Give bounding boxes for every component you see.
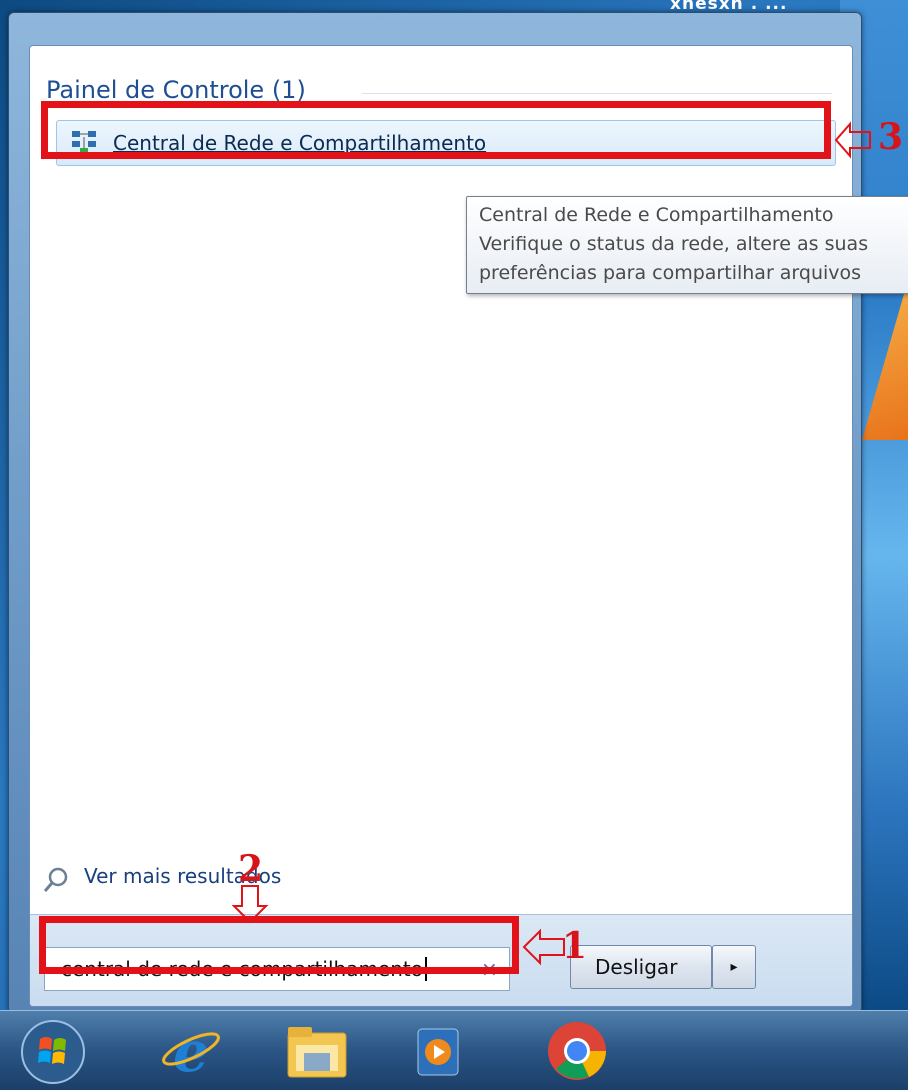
internet-explorer-icon[interactable]: e [158, 1019, 224, 1083]
annotation-box-search [39, 916, 519, 974]
start-orb-icon[interactable] [18, 1019, 88, 1085]
results-group-title: Painel de Controle (1) [46, 76, 306, 104]
start-menu: Painel de Controle (1) Central de Rede e… [8, 12, 862, 1014]
shutdown-options-button[interactable]: ▸ [712, 945, 756, 989]
taskbar: e [0, 1010, 908, 1090]
annotation-arrow-1 [522, 928, 565, 966]
annotation-arrow-2 [231, 885, 269, 924]
annotation-marker-1: 1 [562, 925, 588, 967]
search-icon [43, 867, 68, 892]
media-player-icon[interactable] [408, 1019, 468, 1083]
result-tooltip: Central de Rede e Compartilhamento Verif… [466, 196, 908, 294]
tooltip-title: Central de Rede e Compartilhamento [479, 204, 834, 226]
annotation-marker-3: 3 [878, 116, 904, 158]
annotation-arrow-3 [834, 121, 871, 159]
shutdown-button[interactable]: Desligar [570, 945, 712, 989]
group-divider [362, 93, 832, 94]
chrome-icon[interactable] [544, 1019, 610, 1083]
tooltip-line-3: preferências para compartilhar arquivos [479, 262, 862, 284]
shutdown-label: Desligar [595, 955, 678, 979]
search-results-panel: Painel de Controle (1) Central de Rede e… [29, 45, 853, 1007]
annotation-box-result [41, 101, 831, 159]
file-explorer-icon[interactable] [282, 1019, 352, 1083]
tooltip-line-2: Verifique o status da rede, altere as su… [479, 233, 869, 255]
